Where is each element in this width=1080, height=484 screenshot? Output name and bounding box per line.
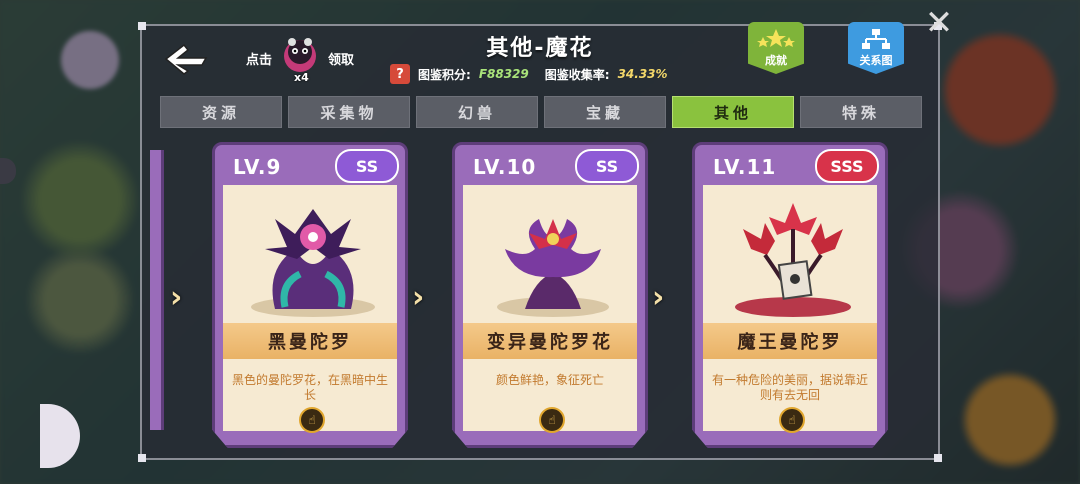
relation-tree-icon <box>862 29 890 49</box>
tab-label: 幻兽 <box>457 103 496 122</box>
info-icon[interactable]: ? <box>390 64 410 84</box>
category-tabs: 资源 采集物 幻兽 宝藏 其他 特殊 <box>160 96 922 128</box>
score-label: 图鉴积分: <box>418 67 471 82</box>
hand-coin-icon[interactable]: ☝ <box>779 407 805 433</box>
card-level: LV.11 <box>713 155 777 179</box>
rank-badge: SS <box>575 149 639 183</box>
tab-label: 其他 <box>713 103 752 122</box>
card-name: 黑曼陀罗 <box>223 323 397 359</box>
collect-label: 图鉴收集率: <box>544 67 610 82</box>
relation-label: 关系图 <box>859 54 893 67</box>
collection-card[interactable]: LV.10 SS 变异曼陀罗花 颜色鲜艳，象征死亡 ☝ <box>452 142 648 448</box>
chevron-right-icon: › <box>412 280 425 315</box>
close-icon[interactable]: ✕ <box>922 6 956 40</box>
collect-value: 34.33% <box>617 67 668 81</box>
panel-corner <box>138 454 146 462</box>
tab-special[interactable]: 特殊 <box>800 96 922 128</box>
mutant-datura-flower-icon <box>497 219 609 317</box>
relation-map-button[interactable]: 关系图 <box>848 22 904 74</box>
chevron-right-icon: › <box>652 280 665 315</box>
page-title: 其他-魔花 <box>486 36 594 61</box>
achievement-label: 成就 <box>765 54 787 67</box>
tab-beasts[interactable]: 幻兽 <box>416 96 538 128</box>
card-name: 变异曼陀罗花 <box>463 323 637 359</box>
chevron-right-icon: › <box>170 280 183 315</box>
achievement-button[interactable]: 成就 <box>748 22 804 74</box>
tab-gatherables[interactable]: 采集物 <box>288 96 410 128</box>
rank-badge: SS <box>335 149 399 183</box>
claim-count: x4 <box>294 71 309 84</box>
tab-label: 特殊 <box>841 103 880 122</box>
hand-coin-icon[interactable]: ☝ <box>299 407 325 433</box>
score-value: F88329 <box>478 67 529 81</box>
panel-corner <box>934 454 942 462</box>
card-name: 魔王曼陀罗 <box>703 323 877 359</box>
rank-badge: SSS <box>815 149 879 183</box>
stars-badge-icon <box>757 29 795 47</box>
collection-card[interactable]: LV.11 SSS 魔王曼陀罗 有一种危险的美丽，据说靠近则有去无回 ☝ <box>692 142 888 448</box>
panel-corner <box>138 22 146 30</box>
card-level: LV.9 <box>233 155 282 179</box>
hand-coin-icon[interactable]: ☝ <box>539 407 565 433</box>
tab-treasure[interactable]: 宝藏 <box>544 96 666 128</box>
tab-label: 宝藏 <box>585 103 624 122</box>
collection-stats: ? 图鉴积分: F88329 图鉴收集率: 34.33% <box>390 64 668 84</box>
black-datura-flower-icon <box>251 209 375 317</box>
collection-card[interactable]: LV.9 SS 黑曼陀罗 黑色的曼陀罗花，在黑暗中生长 ☝ <box>212 142 408 448</box>
tab-label: 资源 <box>201 103 240 122</box>
tab-other[interactable]: 其他 <box>672 96 794 128</box>
previous-card-edge[interactable] <box>150 150 164 430</box>
tab-label: 采集物 <box>320 103 378 122</box>
demon-king-datura-flower-icon <box>735 203 851 317</box>
card-level: LV.10 <box>473 155 537 179</box>
tab-resources[interactable]: 资源 <box>160 96 282 128</box>
